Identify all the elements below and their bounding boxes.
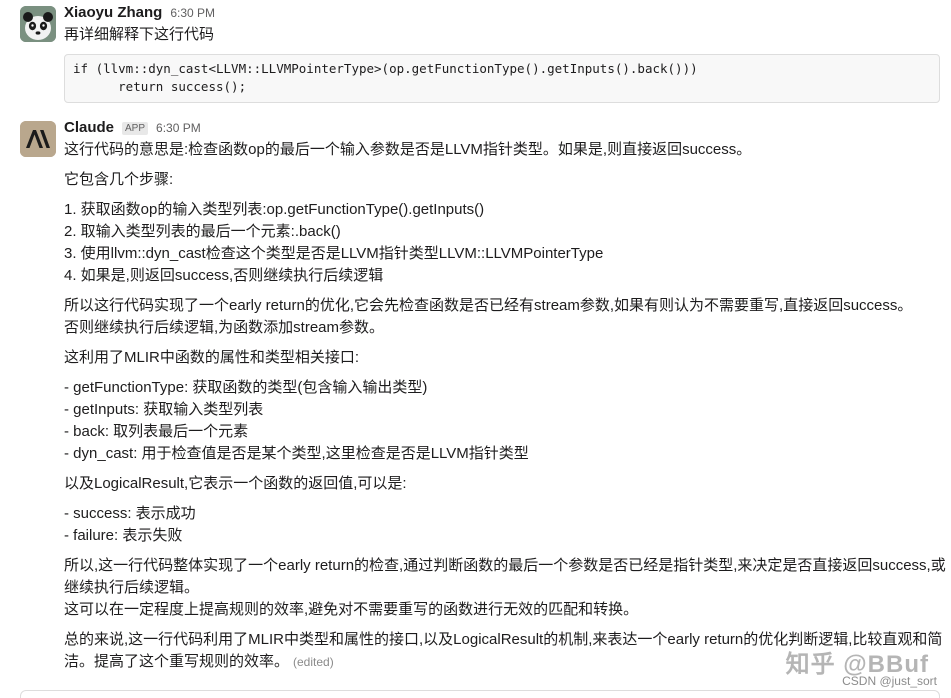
assistant-timestamp[interactable]: 6:30 PM [156, 121, 201, 135]
assistant-list-item: - back: 取列表最后一个元素 [64, 423, 249, 440]
assistant-line: 这可以在一定程度上提高规则的效率,避免对不需要重写的函数进行无效的匹配和转换。 [64, 601, 639, 618]
code-line-2: return success(); [73, 79, 247, 94]
assistant-list-item: - dyn_cast: 用于检查值是否是某个类型,这里检查是否是LLVM指针类型 [64, 445, 529, 462]
user-avatar[interactable] [20, 6, 56, 42]
user-name[interactable]: Xiaoyu Zhang [64, 4, 162, 21]
watermark-source: CSDN @just_sort [842, 674, 937, 688]
claude-logo-icon [20, 121, 56, 157]
app-badge: APP [122, 122, 149, 135]
code-block: if (llvm::dyn_cast<LLVM::LLVMPointerType… [64, 54, 940, 103]
assistant-list-item: 4. 如果是,则返回success,否则继续执行后续逻辑 [64, 267, 384, 284]
assistant-line: 继续执行后续逻辑。 [64, 579, 200, 596]
panda-avatar-icon [20, 6, 56, 42]
assistant-line: 这利用了MLIR中函数的属性和类型相关接口: [64, 349, 360, 366]
assistant-line: 所以这行代码实现了一个early return的优化,它会先检查函数是否已经有s… [64, 297, 913, 314]
assistant-list-item: 3. 使用llvm::dyn_cast检查这个类型是否是LLVM指针类型LLVM… [64, 245, 604, 262]
user-message-text: 再详细解释下这行代码 [64, 26, 215, 43]
assistant-list-item: - getFunctionType: 获取函数的类型(包含输入输出类型) [64, 379, 428, 396]
assistant-list-item: 1. 获取函数op的输入类型列表:op.getFunctionType().ge… [64, 201, 485, 218]
assistant-line: 否则继续执行后续逻辑,为函数添加stream参数。 [64, 319, 385, 336]
assistant-last-line: 洁。提高了这个重写规则的效率。 (edited) [64, 651, 334, 673]
assistant-avatar[interactable] [20, 121, 56, 157]
assistant-list-item: - failure: 表示失败 [64, 527, 183, 544]
user-timestamp[interactable]: 6:30 PM [170, 6, 215, 20]
assistant-line: 以及LogicalResult,它表示一个函数的返回值,可以是: [64, 475, 407, 492]
user-message-header: Xiaoyu Zhang 6:30 PM [64, 4, 215, 21]
assistant-line: 它包含几个步骤: [64, 171, 174, 188]
assistant-list-item: 2. 取输入类型列表的最后一个元素:.back() [64, 223, 341, 240]
code-line-1: if (llvm::dyn_cast<LLVM::LLVMPointerType… [73, 61, 698, 76]
assistant-message-header: Claude APP 6:30 PM [64, 119, 201, 136]
assistant-list-item: - getInputs: 获取输入类型列表 [64, 401, 264, 418]
edited-label: (edited) [293, 655, 334, 669]
assistant-line: 洁。提高了这个重写规则的效率。 [64, 653, 290, 670]
assistant-list-item: - success: 表示成功 [64, 505, 196, 522]
message-composer[interactable] [20, 690, 940, 698]
assistant-name[interactable]: Claude [64, 119, 114, 136]
assistant-line: 这行代码的意思是:检查函数op的最后一个输入参数是否是LLVM指针类型。如果是,… [64, 141, 752, 158]
assistant-line: 所以,这一行代码整体实现了一个early return的检查,通过判断函数的最后… [64, 557, 946, 574]
